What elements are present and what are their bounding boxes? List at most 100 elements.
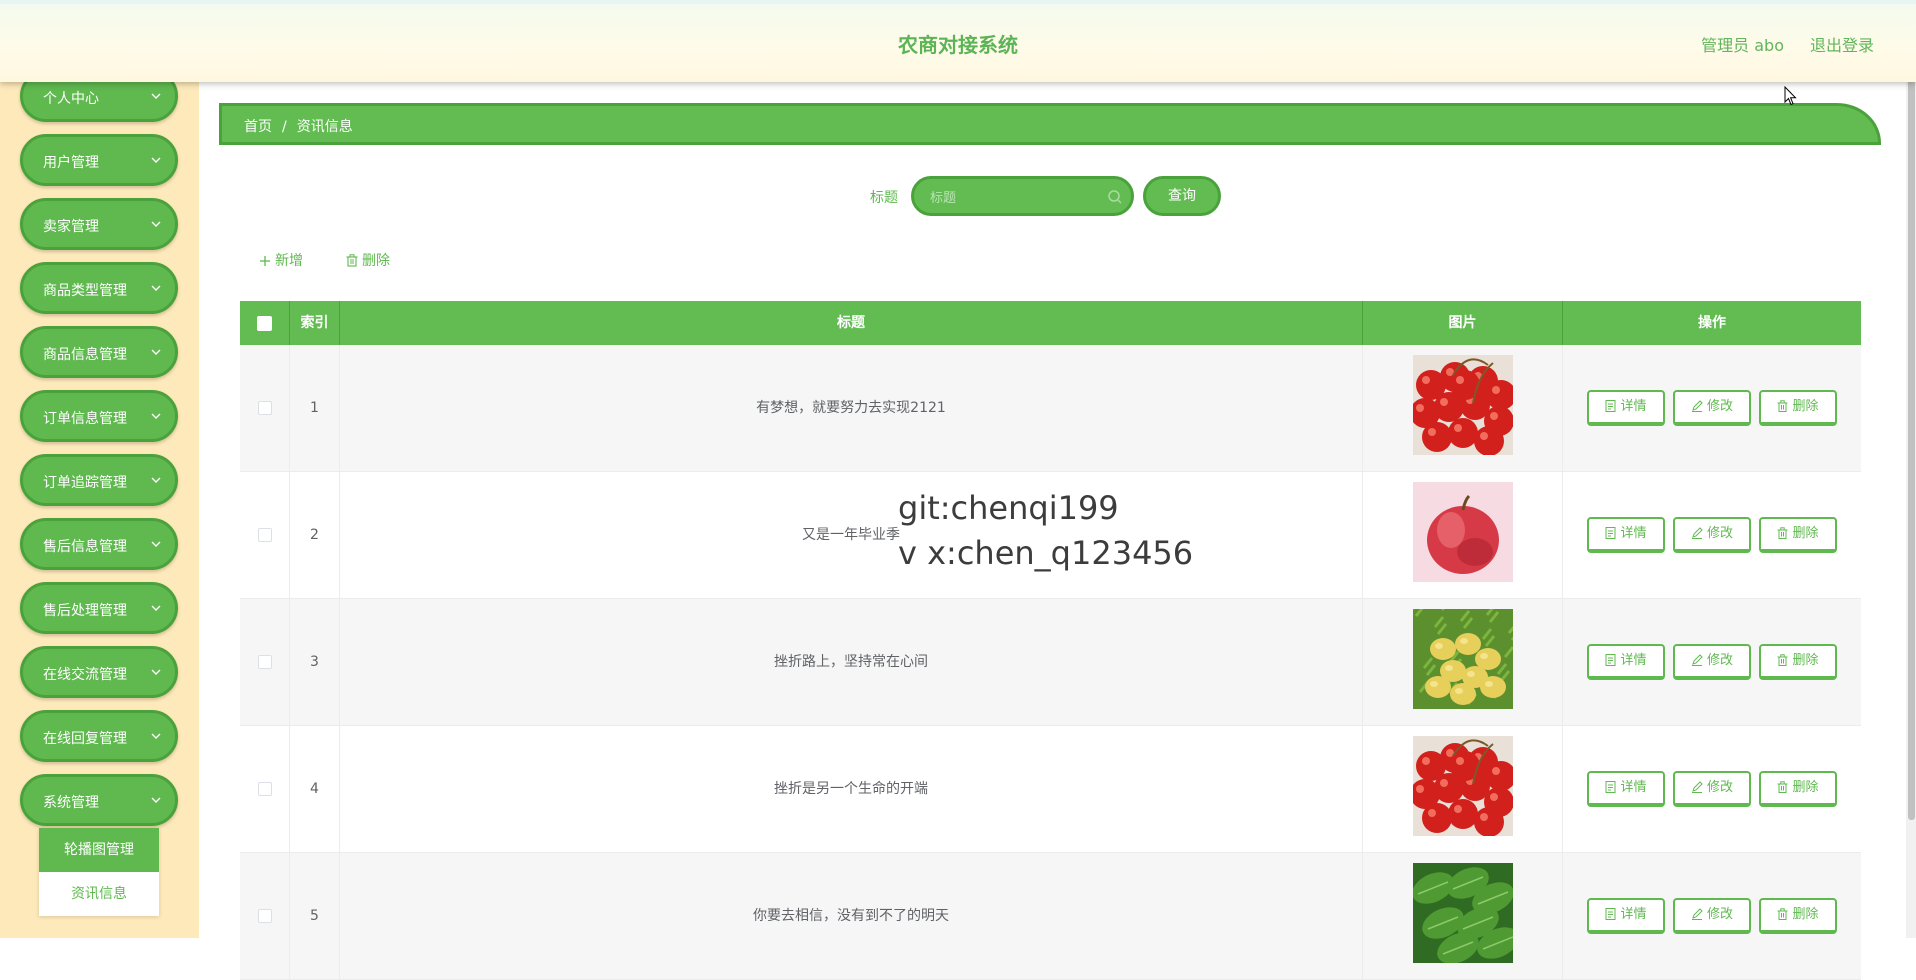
- delete-button-label: 删除: [1792, 526, 1819, 541]
- edit-button[interactable]: 修改: [1673, 771, 1751, 807]
- column-image: 图片: [1363, 301, 1563, 345]
- trash-icon: [1777, 781, 1788, 793]
- sidebar-menu-label: 售后处理管理: [43, 603, 127, 619]
- row-checkbox[interactable]: [257, 909, 272, 923]
- edit-button[interactable]: 修改: [1673, 644, 1751, 680]
- delete-button[interactable]: 删除: [1759, 898, 1837, 934]
- row-checkbox[interactable]: [257, 782, 272, 796]
- table-row: 3 挫折路上，坚持常在心间 详情 修改 删除: [240, 599, 1861, 726]
- detail-button[interactable]: 详情: [1587, 898, 1665, 934]
- add-button[interactable]: 新增: [259, 250, 303, 270]
- table-row: 5 你要去相信，没有到不了的明天 详情 修改 删除: [240, 853, 1861, 980]
- chevron-down-icon: [151, 413, 161, 419]
- edit-button-label: 修改: [1706, 399, 1733, 414]
- row-image-cell: [1363, 726, 1563, 852]
- top-header: 农商对接系统 管理员 abo 退出登录: [0, 0, 1916, 82]
- row-image-cell: [1363, 853, 1563, 979]
- edit-button-label: 修改: [1706, 653, 1733, 668]
- trash-icon: [346, 254, 358, 267]
- chevron-down-icon: [151, 349, 161, 355]
- select-all-cell: [240, 301, 290, 345]
- search-button[interactable]: 查询: [1143, 176, 1221, 216]
- chevron-down-icon: [151, 733, 161, 739]
- sidebar-menu-item[interactable]: 在线交流管理: [20, 646, 178, 698]
- logout-link[interactable]: 退出登录: [1810, 32, 1874, 56]
- sidebar: 个人中心 用户管理 卖家管理 商品类型管理 商品信息管理 订单信息管理 订单追踪管理 售后信息…: [0, 0, 199, 938]
- plus-icon: [260, 256, 270, 266]
- page-scrollbar[interactable]: [1906, 0, 1916, 938]
- submenu-system: 轮播图管理 资讯信息: [39, 828, 159, 916]
- detail-button[interactable]: 详情: [1587, 771, 1665, 807]
- submenu-item-news[interactable]: 资讯信息: [39, 872, 159, 916]
- detail-button-label: 详情: [1620, 907, 1647, 922]
- sidebar-menu-item[interactable]: 订单信息管理: [20, 390, 178, 442]
- table-row: 4 挫折是另一个生命的开端 详情 修改 删除: [240, 726, 1861, 853]
- document-icon: [1605, 908, 1616, 920]
- watermark: git:chenqi199 v x:chen_q123456: [898, 486, 1193, 576]
- chevron-down-icon: [151, 157, 161, 163]
- watermark-line2: v x:chen_q123456: [898, 534, 1194, 572]
- trash-icon: [1777, 654, 1788, 666]
- sidebar-menu-item[interactable]: 商品类型管理: [20, 262, 178, 314]
- potatoes-photo: [1413, 609, 1513, 709]
- detail-button[interactable]: 详情: [1587, 517, 1665, 553]
- sidebar-menu-label: 订单信息管理: [43, 411, 127, 427]
- row-index: 5: [290, 853, 340, 979]
- sidebar-menu-item[interactable]: 售后处理管理: [20, 582, 178, 634]
- submenu-item-carousel[interactable]: 轮播图管理: [39, 828, 159, 872]
- row-checkbox[interactable]: [257, 655, 272, 669]
- edit-button-label: 修改: [1706, 780, 1733, 795]
- add-button-label: 新增: [275, 253, 303, 269]
- sidebar-menu-item[interactable]: 订单追踪管理: [20, 454, 178, 506]
- sidebar-menu-item[interactable]: 卖家管理: [20, 198, 178, 250]
- delete-button[interactable]: 删除: [1759, 517, 1837, 553]
- row-select-cell: [240, 853, 290, 979]
- sidebar-menu-label: 用户管理: [43, 155, 99, 171]
- edit-button[interactable]: 修改: [1673, 898, 1751, 934]
- sidebar-menu-item[interactable]: 用户管理: [20, 134, 178, 186]
- document-icon: [1605, 654, 1616, 666]
- row-checkbox[interactable]: [257, 528, 272, 542]
- row-title: 有梦想，就要努力去实现2121: [340, 345, 1363, 471]
- select-all-checkbox[interactable]: [257, 315, 272, 331]
- edit-button[interactable]: 修改: [1673, 390, 1751, 426]
- document-icon: [1605, 527, 1616, 539]
- row-index: 1: [290, 345, 340, 471]
- scrollbar-thumb[interactable]: [1908, 0, 1915, 820]
- edit-button-label: 修改: [1706, 907, 1733, 922]
- cherries-photo: [1413, 355, 1513, 455]
- search-icon: [1108, 190, 1122, 204]
- search-input[interactable]: [928, 187, 1102, 209]
- row-checkbox[interactable]: [257, 401, 272, 415]
- detail-button[interactable]: 详情: [1587, 644, 1665, 680]
- sidebar-menu-label: 订单追踪管理: [43, 475, 127, 491]
- sidebar-menu-item[interactable]: 系统管理: [20, 774, 178, 826]
- detail-button-label: 详情: [1620, 526, 1647, 541]
- current-user: 管理员 abo: [1701, 36, 1784, 55]
- row-actions: 详情 修改 删除: [1563, 726, 1861, 852]
- batch-delete-label: 删除: [362, 253, 390, 269]
- chevron-down-icon: [151, 797, 161, 803]
- delete-button[interactable]: 删除: [1759, 644, 1837, 680]
- edit-icon: [1691, 400, 1703, 412]
- document-icon: [1605, 400, 1616, 412]
- cherries-photo: [1413, 736, 1513, 836]
- row-image-cell: [1363, 345, 1563, 471]
- breadcrumb-current: 资讯信息: [296, 119, 353, 135]
- edit-button[interactable]: 修改: [1673, 517, 1751, 553]
- sidebar-menu-item[interactable]: 售后信息管理: [20, 518, 178, 570]
- watermark-line1: git:chenqi199: [898, 489, 1119, 527]
- trash-icon: [1777, 400, 1788, 412]
- delete-button[interactable]: 删除: [1759, 771, 1837, 807]
- chevron-down-icon: [151, 477, 161, 483]
- row-actions: 详情 修改 删除: [1563, 599, 1861, 725]
- sidebar-menu-item[interactable]: 在线回复管理: [20, 710, 178, 762]
- row-title: 挫折是另一个生命的开端: [340, 726, 1363, 852]
- row-title: 你要去相信，没有到不了的明天: [340, 853, 1363, 979]
- row-select-cell: [240, 726, 290, 852]
- delete-button[interactable]: 删除: [1759, 390, 1837, 426]
- batch-delete-button[interactable]: 删除: [346, 250, 390, 270]
- breadcrumb-home[interactable]: 首页: [244, 119, 272, 135]
- detail-button[interactable]: 详情: [1587, 390, 1665, 426]
- sidebar-menu-item[interactable]: 商品信息管理: [20, 326, 178, 378]
